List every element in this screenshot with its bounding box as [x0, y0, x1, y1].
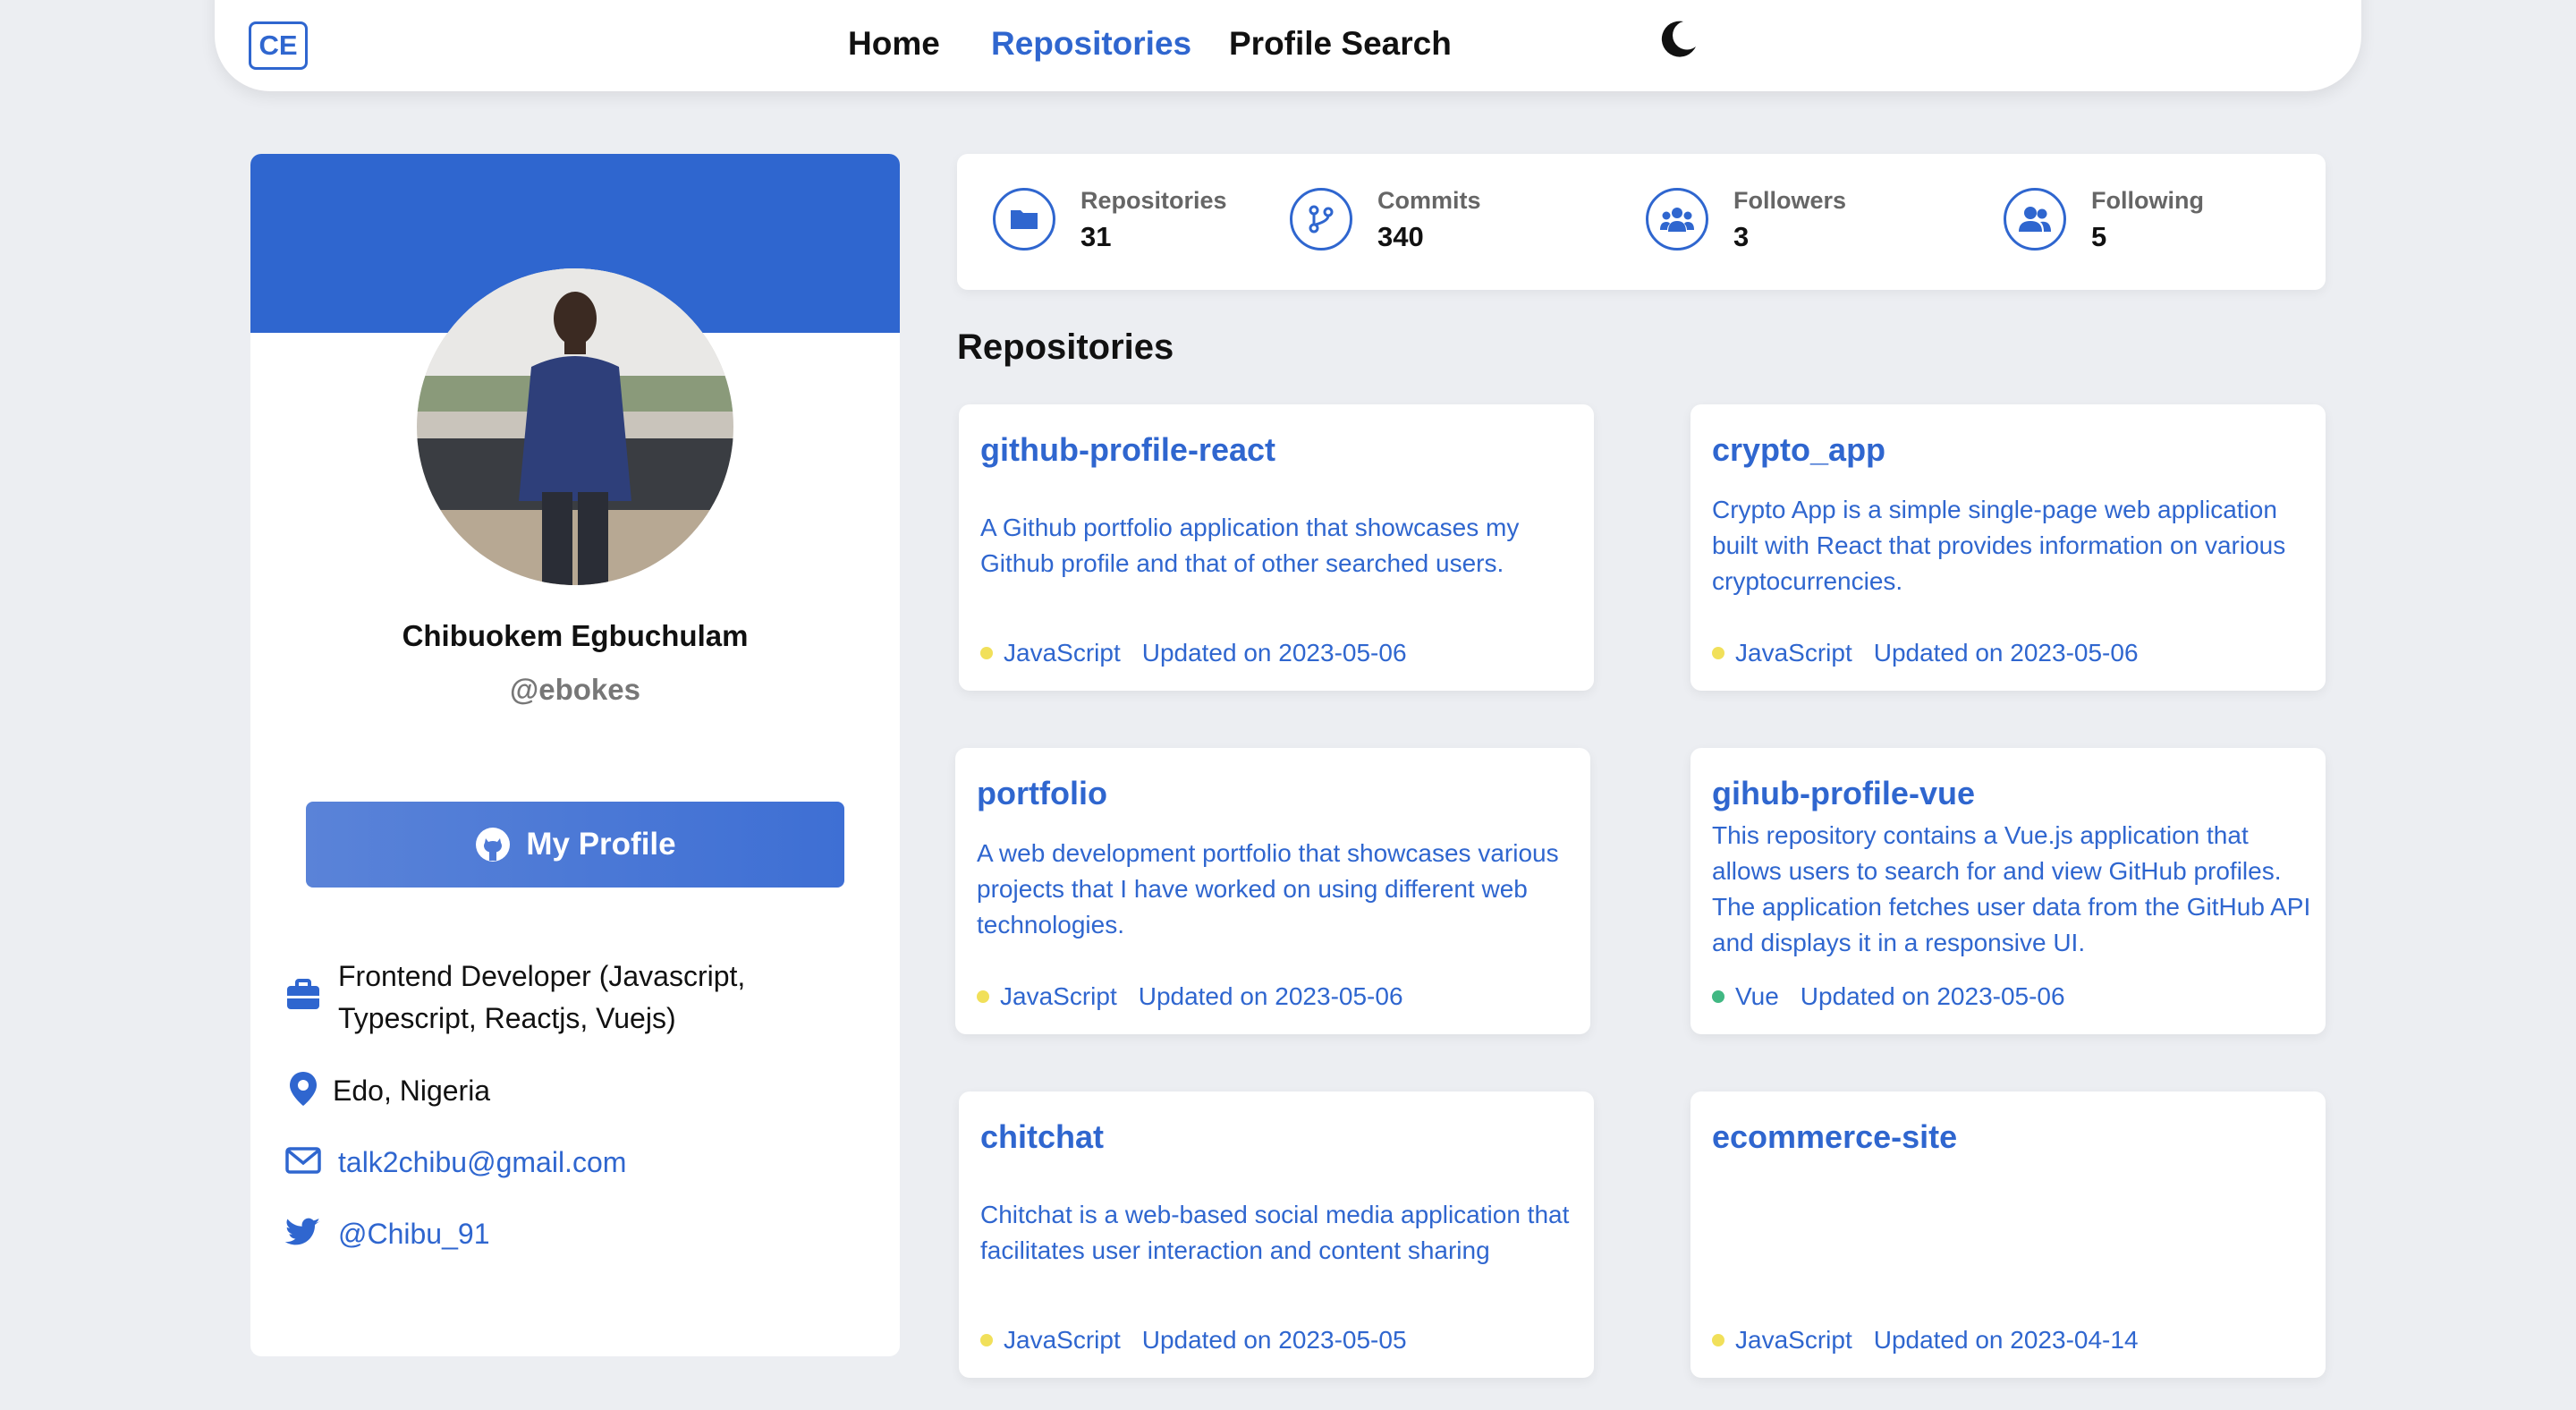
repo-language: JavaScript	[1735, 639, 1852, 667]
repo-description: A Github portfolio application that show…	[980, 514, 1520, 577]
stat-label: Commits	[1377, 187, 1481, 214]
avatar	[417, 268, 733, 585]
stat-label: Following	[2091, 187, 2204, 214]
repo-description: A web development portfolio that showcas…	[977, 839, 1559, 939]
stats-card: Repositories 31 Commits 340 Followers 3 …	[957, 154, 2326, 290]
bio-row: Frontend Developer (Javascript, Typescri…	[284, 956, 857, 1040]
users-icon	[1646, 188, 1708, 251]
moon-icon[interactable]	[1657, 18, 1699, 61]
repo-updated: Updated on 2023-05-06	[1800, 982, 2065, 1010]
repo-card[interactable]: github-profile-react A Github portfolio …	[959, 404, 1594, 691]
repo-updated: Updated on 2023-05-06	[1873, 639, 2139, 667]
github-icon	[476, 828, 511, 862]
stat-commits: Commits 340	[1290, 183, 1481, 256]
repo-updated: Updated on 2023-04-14	[1873, 1326, 2139, 1354]
repo-meta: JavaScript Updated on 2023-05-06	[1712, 639, 2139, 667]
briefcase-icon	[287, 979, 319, 1009]
repo-card[interactable]: portfolio A web development portfolio th…	[955, 748, 1590, 1034]
twitter-icon[interactable]	[284, 1213, 322, 1251]
repo-language: JavaScript	[1735, 1326, 1852, 1354]
stat-value: 5	[2091, 221, 2107, 252]
stat-value: 3	[1733, 221, 1750, 252]
stat-value: 31	[1080, 221, 1112, 252]
branch-icon	[1290, 188, 1352, 251]
language-dot	[1712, 1334, 1724, 1346]
folder-icon	[993, 188, 1055, 251]
language-dot	[1712, 647, 1724, 659]
repo-card[interactable]: crypto_app Crypto App is a simple single…	[1690, 404, 2326, 691]
repo-language: JavaScript	[1004, 1326, 1121, 1354]
repo-name[interactable]: gihub-profile-vue	[1712, 775, 1975, 812]
repo-description: This repository contains a Vue.js applic…	[1712, 821, 2311, 956]
stat-label: Followers	[1733, 187, 1847, 214]
repo-name[interactable]: crypto_app	[1712, 431, 1885, 469]
repo-card[interactable]: ecommerce-site JavaScript Updated on 202…	[1690, 1091, 2326, 1378]
profile-name: Chibuokem Egbuchulam	[402, 619, 749, 652]
language-dot	[980, 1334, 993, 1346]
location-pin-icon	[290, 1072, 317, 1106]
stat-repositories: Repositories 31	[993, 183, 1227, 256]
twitter-row: @Chibu_91	[284, 1213, 489, 1255]
language-dot	[980, 647, 993, 659]
my-profile-button[interactable]: My Profile	[306, 802, 844, 888]
repo-updated: Updated on 2023-05-06	[1141, 639, 1407, 667]
location-row: Edo, Nigeria	[284, 1070, 490, 1112]
profile-handle: @ebokes	[510, 673, 640, 706]
stat-label: Repositories	[1080, 187, 1227, 214]
nav-link-repositories[interactable]: Repositories	[991, 25, 1191, 63]
repo-card[interactable]: gihub-profile-vue This repository contai…	[1690, 748, 2326, 1034]
repo-meta: JavaScript Updated on 2023-05-06	[980, 639, 1407, 667]
my-profile-label: My Profile	[526, 827, 676, 862]
logo[interactable]: CE	[249, 21, 308, 70]
language-dot	[977, 990, 989, 1003]
repo-language: Vue	[1735, 982, 1779, 1010]
top-navbar: CE Home Repositories Profile Search	[215, 0, 2361, 91]
user-group-icon	[2004, 188, 2066, 251]
envelope-icon[interactable]	[284, 1142, 322, 1179]
repo-description: Crypto App is a simple single-page web a…	[1712, 496, 2286, 595]
repo-name[interactable]: ecommerce-site	[1712, 1118, 1957, 1156]
repo-card[interactable]: chitchat Chitchat is a web-based social …	[959, 1091, 1594, 1378]
repo-name[interactable]: github-profile-react	[980, 431, 1275, 469]
stat-following: Following 5	[2004, 183, 2204, 256]
bio-text: Frontend Developer (Javascript, Typescri…	[338, 960, 746, 1034]
repo-meta: JavaScript Updated on 2023-05-06	[977, 982, 1403, 1011]
nav-link-home[interactable]: Home	[848, 25, 940, 63]
repo-meta: Vue Updated on 2023-05-06	[1712, 982, 2065, 1011]
repo-name[interactable]: chitchat	[980, 1118, 1104, 1156]
repo-description: Chitchat is a web-based social media app…	[980, 1201, 1570, 1264]
twitter-link[interactable]: @Chibu_91	[338, 1213, 489, 1255]
email-link[interactable]: talk2chibu@gmail.com	[338, 1142, 626, 1184]
section-title: Repositories	[957, 327, 1174, 367]
stat-value: 340	[1377, 221, 1424, 252]
repo-updated: Updated on 2023-05-06	[1138, 982, 1403, 1010]
location-text: Edo, Nigeria	[333, 1074, 491, 1107]
repo-name[interactable]: portfolio	[977, 775, 1107, 812]
stat-followers: Followers 3	[1646, 183, 1846, 256]
repo-meta: JavaScript Updated on 2023-04-14	[1712, 1326, 2139, 1355]
profile-card: Chibuokem Egbuchulam @ebokes My Profile …	[250, 154, 900, 1356]
nav-link-profile-search[interactable]: Profile Search	[1229, 25, 1452, 63]
repo-meta: JavaScript Updated on 2023-05-05	[980, 1326, 1407, 1355]
language-dot	[1712, 990, 1724, 1003]
repo-language: JavaScript	[1000, 982, 1117, 1010]
repo-updated: Updated on 2023-05-05	[1141, 1326, 1407, 1354]
email-row: talk2chibu@gmail.com	[284, 1142, 626, 1184]
repo-language: JavaScript	[1004, 639, 1121, 667]
